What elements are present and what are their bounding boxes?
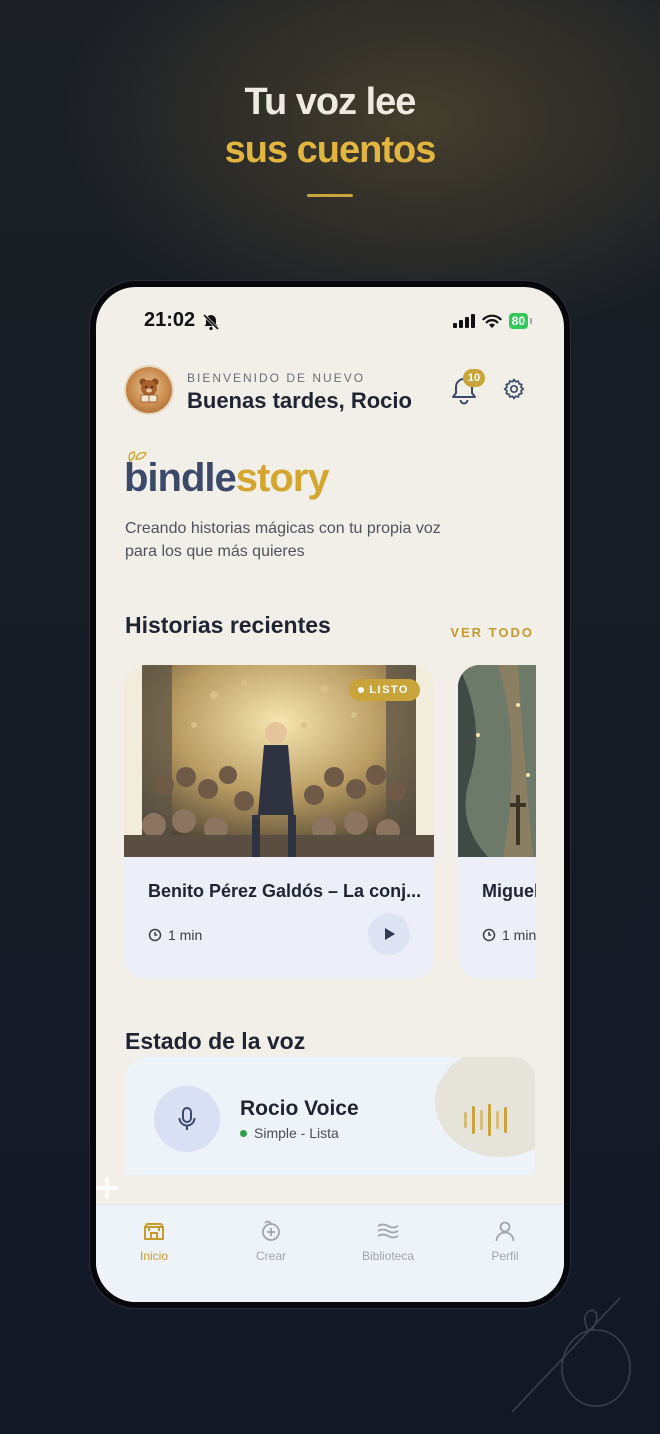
story-cover-image	[458, 665, 536, 857]
settings-gear-icon[interactable]	[502, 377, 526, 401]
avatar[interactable]	[126, 367, 172, 413]
story-title: Miguel	[482, 881, 536, 901]
forest-illustration	[458, 665, 536, 857]
brand-logo: bindlestory	[124, 451, 330, 501]
clock-icon	[482, 928, 496, 942]
tab-label: Crear	[255, 1249, 286, 1263]
sparkle-icon	[96, 1177, 118, 1199]
greeting-text: Buenas tardes, Rocio	[187, 388, 412, 413]
battery-indicator: 80	[508, 313, 533, 329]
clock-icon	[148, 928, 162, 942]
voice-status-title: Estado de la voz	[125, 1028, 306, 1054]
library-icon	[377, 1223, 399, 1239]
badge-dot	[358, 687, 365, 693]
story-card[interactable]: LISTO Benito Pérez Galdós – La conj... 1…	[124, 665, 434, 979]
hero-title-line2: sus cuentos	[224, 129, 437, 171]
story-card[interactable]: Miguel 1 min	[458, 665, 536, 979]
home-icon	[144, 1223, 164, 1240]
tab-inicio[interactable]: Inicio	[104, 1219, 204, 1263]
ready-badge: LISTO	[349, 679, 420, 701]
status-dot	[240, 1129, 247, 1137]
voice-status: Simple - Lista	[240, 1125, 339, 1141]
tab-label: Biblioteca	[361, 1249, 415, 1263]
see-all-link[interactable]: VER TODO	[450, 625, 534, 640]
hero-heading: Tu voz lee sus cuentos	[0, 78, 660, 197]
story-cover-image: LISTO	[124, 665, 434, 857]
microphone-icon	[178, 1107, 196, 1130]
profile-icon	[495, 1221, 515, 1242]
phone-frame: 21:02 80 BIENVENIDO DE NUEVO Buenas tard…	[90, 281, 570, 1308]
app-header: BIENVENIDO DE NUEVO Buenas tardes, Rocio…	[126, 367, 536, 417]
notification-badge: 10	[463, 369, 485, 387]
tab-biblioteca[interactable]: Biblioteca	[338, 1219, 438, 1263]
recent-stories-title: Historias recientes	[125, 612, 331, 638]
bottom-tab-bar: Inicio Crear Biblioteca Perfil	[96, 1204, 564, 1302]
bell-muted-icon	[202, 313, 220, 331]
voice-name: Rocio Voice	[240, 1097, 359, 1120]
voice-status-card[interactable]: Rocio Voice Simple - Lista	[125, 1057, 535, 1175]
sprout-icon	[128, 451, 147, 463]
create-icon	[262, 1220, 280, 1241]
tab-crear[interactable]: Crear	[221, 1219, 321, 1263]
hero-divider	[307, 194, 353, 197]
story-duration: 1 min	[148, 927, 202, 943]
story-duration: 1 min	[482, 927, 536, 943]
tab-perfil[interactable]: Perfil	[455, 1219, 555, 1263]
tab-label: Perfil	[491, 1249, 519, 1263]
story-duration-text: 1 min	[502, 927, 536, 943]
status-time: 21:02	[144, 309, 196, 331]
mic-button[interactable]	[154, 1086, 220, 1152]
status-bar: 21:02 80	[96, 309, 564, 339]
waveform-icon	[464, 1103, 507, 1137]
brand-name-part2: story	[235, 456, 330, 500]
play-button[interactable]	[368, 913, 410, 955]
bear-reading-icon	[139, 378, 159, 403]
hero-title-line1: Tu voz lee	[244, 81, 417, 123]
app-screen: 21:02 80 BIENVENIDO DE NUEVO Buenas tard…	[96, 287, 564, 1302]
recent-stories-carousel[interactable]: LISTO Benito Pérez Galdós – La conj... 1…	[124, 665, 536, 981]
voice-status-text: Simple - Lista	[254, 1125, 339, 1141]
welcome-label: BIENVENIDO DE NUEVO	[187, 371, 366, 385]
signal-icon	[452, 314, 475, 328]
badge-label: LISTO	[369, 684, 409, 696]
brand-tagline: Creando historias mágicas con tu propia …	[125, 520, 441, 560]
story-title: Benito Pérez Galdós – La conj...	[148, 881, 422, 901]
play-icon	[385, 928, 395, 940]
status-indicators: 80	[452, 313, 533, 329]
tab-label: Inicio	[139, 1249, 168, 1263]
wifi-icon	[482, 314, 502, 328]
story-duration-text: 1 min	[168, 927, 203, 943]
